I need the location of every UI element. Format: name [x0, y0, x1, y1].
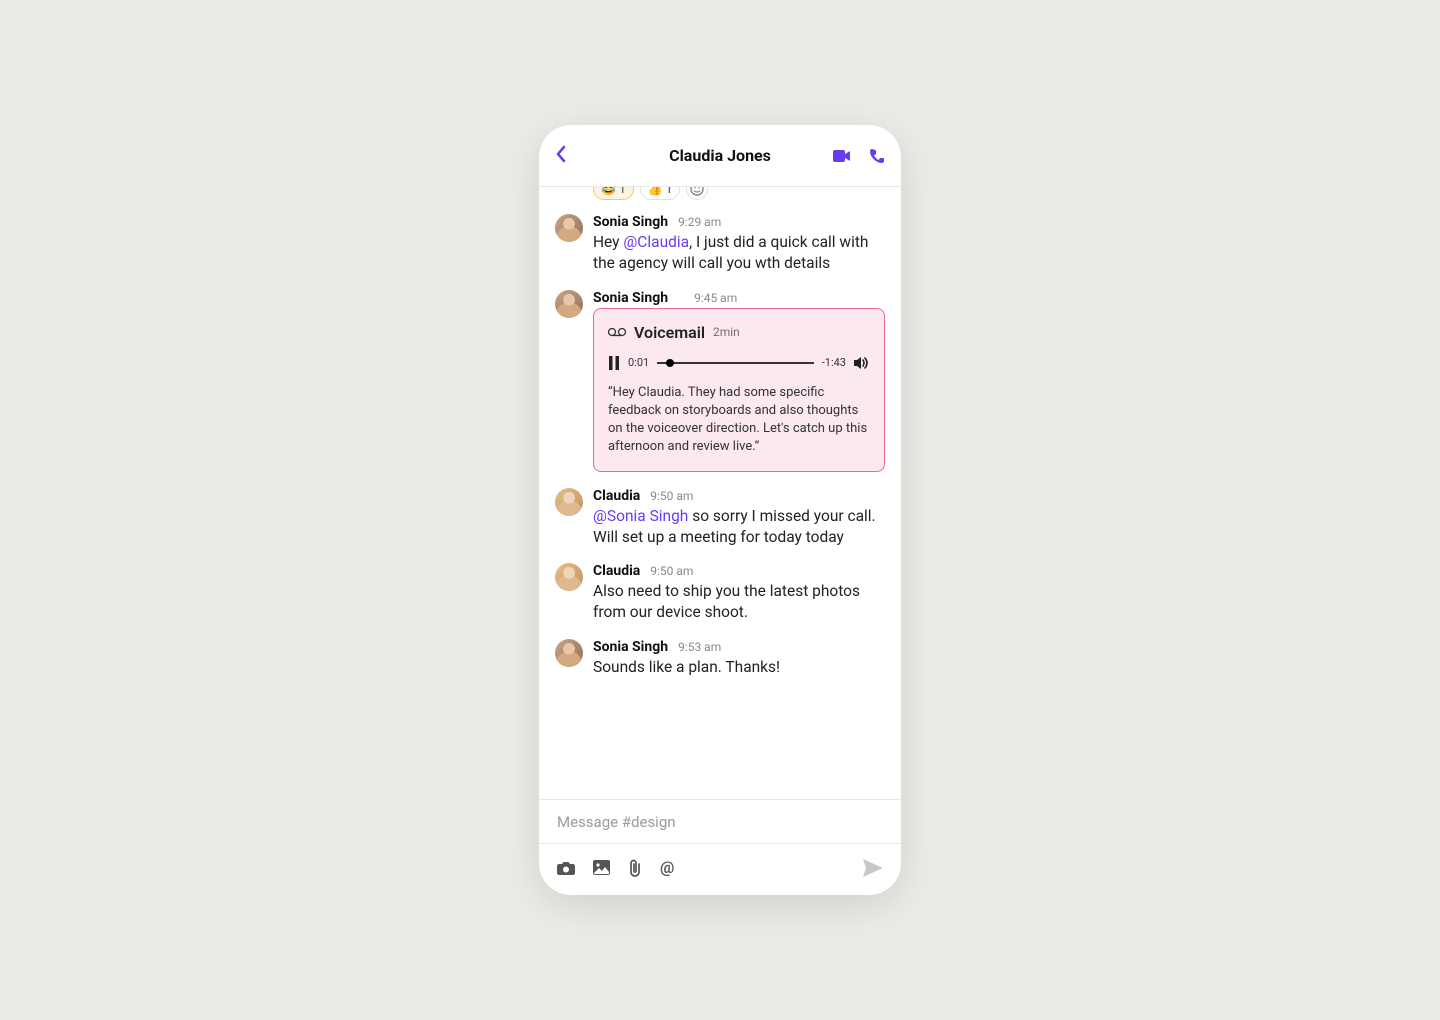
message-text: @Sonia Singh so sorry I missed your call…: [593, 506, 885, 548]
sender-name: Sonia Singh: [593, 639, 668, 655]
avatar[interactable]: [555, 214, 583, 242]
avatar[interactable]: [555, 639, 583, 667]
message-header: Sonia Singh 9:53 am: [593, 639, 885, 655]
message-input[interactable]: Message #design: [539, 800, 901, 844]
voicemail-card: Voicemail 2min 0:01 -1:43: [593, 308, 885, 472]
mention[interactable]: @Claudia: [623, 233, 689, 251]
voicemail-icon: [608, 327, 626, 337]
message-item: Sonia Singh 9:45 am Voicemail 2min: [555, 290, 885, 472]
reaction-pill[interactable]: 😂 1: [593, 187, 634, 200]
reaction-emoji: 👍: [648, 187, 663, 196]
voicemail-title: Voicemail: [634, 323, 705, 342]
message-content: Claudia 9:50 am @Sonia Singh so sorry I …: [593, 488, 885, 548]
timestamp: 9:50 am: [650, 489, 693, 503]
current-time: 0:01: [628, 356, 649, 369]
message-item: Claudia 9:50 am Also need to ship you th…: [555, 563, 885, 623]
reactions-row: 😂 1 👍 1: [593, 187, 885, 200]
voicemail-header: Voicemail 2min: [608, 323, 870, 342]
progress-thumb[interactable]: [666, 359, 674, 367]
send-icon[interactable]: [863, 859, 883, 877]
message-text: Hey @Claudia, I just did a quick call wi…: [593, 232, 885, 274]
message-item: Sonia Singh 9:53 am Sounds like a plan. …: [555, 639, 885, 678]
progress-bar[interactable]: [657, 362, 814, 364]
message-content: Sonia Singh 9:45 am Voicemail 2min: [593, 290, 885, 472]
avatar[interactable]: [555, 290, 583, 318]
chat-header: Claudia Jones: [539, 125, 901, 187]
video-call-icon[interactable]: [833, 149, 851, 163]
volume-icon[interactable]: [854, 356, 870, 370]
message-list[interactable]: 😂 1 👍 1 Sonia Singh: [539, 187, 901, 799]
phone-frame: Claudia Jones 😂 1 👍 1: [539, 125, 901, 895]
message-item: Claudia 9:50 am @Sonia Singh so sorry I …: [555, 488, 885, 548]
message-text: Sounds like a plan. Thanks!: [593, 657, 885, 678]
message-header: Sonia Singh 9:45 am: [593, 290, 885, 306]
pause-icon[interactable]: [608, 356, 620, 370]
phone-call-icon[interactable]: [869, 148, 885, 164]
timestamp: 9:53 am: [678, 640, 721, 654]
message-content: Claudia 9:50 am Also need to ship you th…: [593, 563, 885, 623]
composer-actions: @: [539, 844, 901, 895]
chevron-left-icon: [555, 145, 567, 163]
reaction-count: 1: [666, 187, 673, 196]
remaining-time: -1:43: [822, 356, 846, 369]
timestamp: 9:50 am: [650, 564, 693, 578]
attachment-icon[interactable]: [628, 859, 642, 877]
voicemail-duration: 2min: [713, 325, 740, 339]
image-icon[interactable]: [593, 860, 610, 875]
sender-name: Claudia: [593, 563, 640, 579]
back-button[interactable]: [555, 145, 567, 167]
add-reaction-button[interactable]: [686, 187, 708, 200]
reaction-pill[interactable]: 👍 1: [640, 187, 681, 200]
message-header: Sonia Singh 9:29 am: [593, 214, 885, 230]
reaction-count: 1: [619, 187, 626, 196]
header-actions: [833, 148, 885, 164]
mention-icon[interactable]: @: [660, 858, 674, 877]
message-header: Claudia 9:50 am: [593, 563, 885, 579]
smiley-icon: [690, 187, 704, 196]
message-content: Sonia Singh 9:29 am Hey @Claudia, I just…: [593, 214, 885, 274]
voicemail-transcript: “Hey Claudia. They had some specific fee…: [608, 384, 870, 457]
reaction-emoji: 😂: [601, 187, 616, 196]
composer: Message #design @: [539, 799, 901, 895]
sender-name: Sonia Singh: [593, 214, 668, 230]
sender-name: Sonia Singh: [593, 290, 668, 306]
mention[interactable]: @Sonia Singh: [593, 507, 688, 525]
sender-name: Claudia: [593, 488, 640, 504]
message-text: Also need to ship you the latest photos …: [593, 581, 885, 623]
audio-player: 0:01 -1:43: [608, 356, 870, 370]
message-content: Sonia Singh 9:53 am Sounds like a plan. …: [593, 639, 885, 678]
chat-title: Claudia Jones: [669, 146, 771, 165]
avatar[interactable]: [555, 563, 583, 591]
message-header: Claudia 9:50 am: [593, 488, 885, 504]
camera-icon[interactable]: [557, 860, 575, 876]
input-placeholder: Message #design: [557, 813, 676, 831]
timestamp: 9:29 am: [678, 215, 721, 229]
timestamp: 9:45 am: [694, 291, 737, 305]
message-item: Sonia Singh 9:29 am Hey @Claudia, I just…: [555, 214, 885, 274]
avatar[interactable]: [555, 488, 583, 516]
